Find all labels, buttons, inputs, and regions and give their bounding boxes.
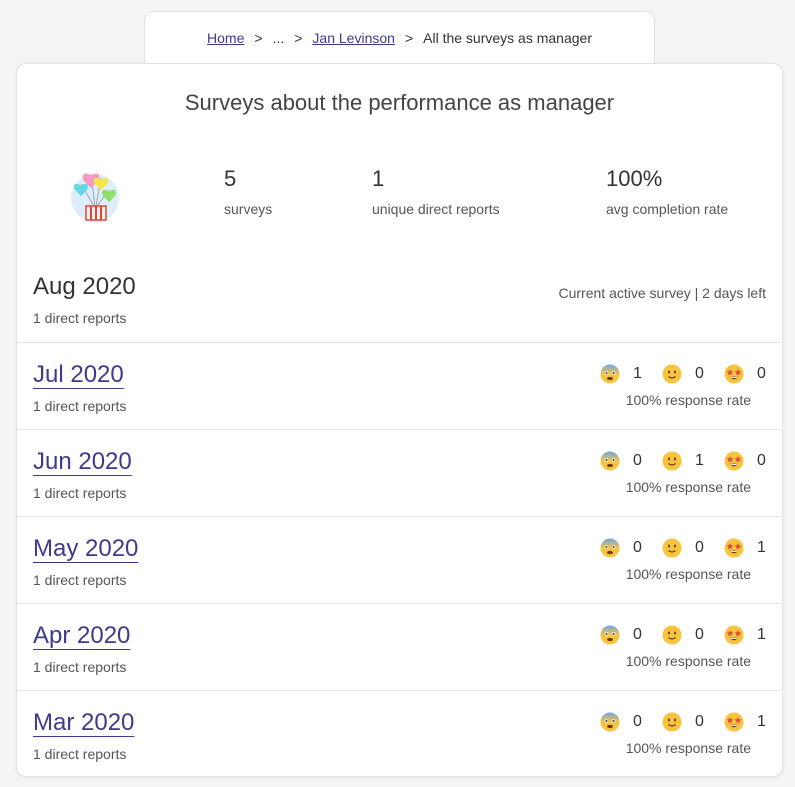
reaction-bad: 1 <box>600 364 642 384</box>
fearful-face-icon <box>600 451 620 471</box>
reaction-great: 0 <box>724 364 766 384</box>
stat-direct-reports: 1 unique direct reports <box>372 166 500 218</box>
stat-label: surveys <box>224 201 273 217</box>
balloons-gift-icon <box>69 160 125 224</box>
survey-row: Jun 2020 1 direct reports 0 1 0 100% res… <box>17 429 782 516</box>
reaction-count: 1 <box>695 452 704 469</box>
survey-reactions: 0 0 1 <box>600 538 766 558</box>
reaction-neutral: 0 <box>662 364 704 384</box>
reaction-neutral: 0 <box>662 625 704 645</box>
breadcrumb: Home > ... > Jan Levinson > All the surv… <box>144 11 655 71</box>
reaction-count: 1 <box>757 539 766 556</box>
reaction-bad: 0 <box>600 538 642 558</box>
survey-month-link[interactable]: Jul 2020 <box>33 360 124 390</box>
star-struck-face-icon <box>724 538 744 558</box>
survey-reactions: 1 0 0 <box>600 364 766 384</box>
survey-reactions: 0 0 1 <box>600 625 766 645</box>
reaction-bad: 0 <box>600 451 642 471</box>
survey-reactions: 0 1 0 <box>600 451 766 471</box>
star-struck-face-icon <box>724 451 744 471</box>
response-rate: 100% response rate <box>625 740 751 756</box>
slightly-smiling-face-icon <box>662 625 682 645</box>
reaction-count: 0 <box>633 626 642 643</box>
slightly-smiling-face-icon <box>662 364 682 384</box>
stat-completion-rate: 100% avg completion rate <box>606 166 728 218</box>
reaction-count: 0 <box>633 452 642 469</box>
reaction-count: 0 <box>695 365 704 382</box>
response-rate: 100% response rate <box>625 566 751 582</box>
star-struck-face-icon <box>724 364 744 384</box>
survey-direct-reports: 1 direct reports <box>33 485 127 501</box>
breadcrumb-separator: > <box>254 30 263 46</box>
active-survey-status: Current active survey | 2 days left <box>558 285 767 301</box>
reaction-count: 0 <box>633 539 642 556</box>
reaction-count: 0 <box>695 539 704 556</box>
survey-direct-reports: 1 direct reports <box>33 659 127 675</box>
breadcrumb-separator: > <box>404 30 414 46</box>
fearful-face-icon <box>600 625 620 645</box>
survey-month: Aug 2020 <box>33 273 136 300</box>
reaction-neutral: 1 <box>662 451 704 471</box>
reaction-count: 0 <box>757 452 766 469</box>
response-rate: 100% response rate <box>625 653 751 669</box>
reaction-neutral: 0 <box>662 712 704 732</box>
breadcrumb-home-link[interactable]: Home <box>207 30 244 46</box>
reaction-count: 1 <box>757 626 766 643</box>
reaction-bad: 0 <box>600 712 642 732</box>
fearful-face-icon <box>600 364 620 384</box>
stat-label: unique direct reports <box>372 201 500 217</box>
reaction-great: 0 <box>724 451 766 471</box>
stat-value: 1 <box>372 166 385 191</box>
stat-surveys: 5 surveys <box>224 166 272 218</box>
survey-month-link[interactable]: Mar 2020 <box>33 708 134 738</box>
stat-label: avg completion rate <box>606 201 729 217</box>
page-title: Surveys about the performance as manager <box>184 90 615 115</box>
survey-row: Jul 2020 1 direct reports 1 0 0 100% res… <box>17 342 782 429</box>
star-struck-face-icon <box>724 625 744 645</box>
survey-direct-reports: 1 direct reports <box>33 310 127 326</box>
survey-direct-reports: 1 direct reports <box>33 746 127 762</box>
survey-row: May 2020 1 direct reports 0 0 1 100% res… <box>17 516 782 603</box>
reaction-neutral: 0 <box>662 538 704 558</box>
star-struck-face-icon <box>724 712 744 732</box>
breadcrumb-person-link[interactable]: Jan Levinson <box>312 30 395 46</box>
reaction-great: 1 <box>724 538 766 558</box>
surveys-card: Surveys about the performance as manager… <box>16 63 783 777</box>
response-rate: 100% response rate <box>625 479 751 495</box>
reaction-great: 1 <box>724 625 766 645</box>
breadcrumb-ellipsis[interactable]: ... <box>273 30 285 46</box>
slightly-smiling-face-icon <box>662 712 682 732</box>
stat-value: 100% <box>606 166 663 191</box>
reaction-count: 0 <box>695 713 704 730</box>
survey-row: Mar 2020 1 direct reports 0 0 1 100% res… <box>17 690 782 777</box>
survey-month-link[interactable]: Apr 2020 <box>33 621 130 651</box>
survey-direct-reports: 1 direct reports <box>33 398 127 414</box>
reaction-bad: 0 <box>600 625 642 645</box>
stat-value: 5 <box>224 166 237 191</box>
fearful-face-icon <box>600 712 620 732</box>
slightly-smiling-face-icon <box>662 451 682 471</box>
survey-reactions: 0 0 1 <box>600 712 766 732</box>
survey-row: Apr 2020 1 direct reports 0 0 1 100% res… <box>17 603 782 690</box>
survey-month-link[interactable]: Jun 2020 <box>33 447 132 477</box>
reaction-great: 1 <box>724 712 766 732</box>
fearful-face-icon <box>600 538 620 558</box>
survey-month-link[interactable]: May 2020 <box>33 534 138 564</box>
reaction-count: 1 <box>757 713 766 730</box>
reaction-count: 1 <box>633 365 642 382</box>
reaction-count: 0 <box>633 713 642 730</box>
response-rate: 100% response rate <box>625 392 751 408</box>
survey-row-active: Aug 2020 1 direct reports Current active… <box>17 255 782 342</box>
reaction-count: 0 <box>695 626 704 643</box>
survey-direct-reports: 1 direct reports <box>33 572 127 588</box>
breadcrumb-current: All the surveys as manager <box>423 30 592 46</box>
breadcrumb-separator: > <box>294 30 303 46</box>
slightly-smiling-face-icon <box>662 538 682 558</box>
reaction-count: 0 <box>757 365 766 382</box>
